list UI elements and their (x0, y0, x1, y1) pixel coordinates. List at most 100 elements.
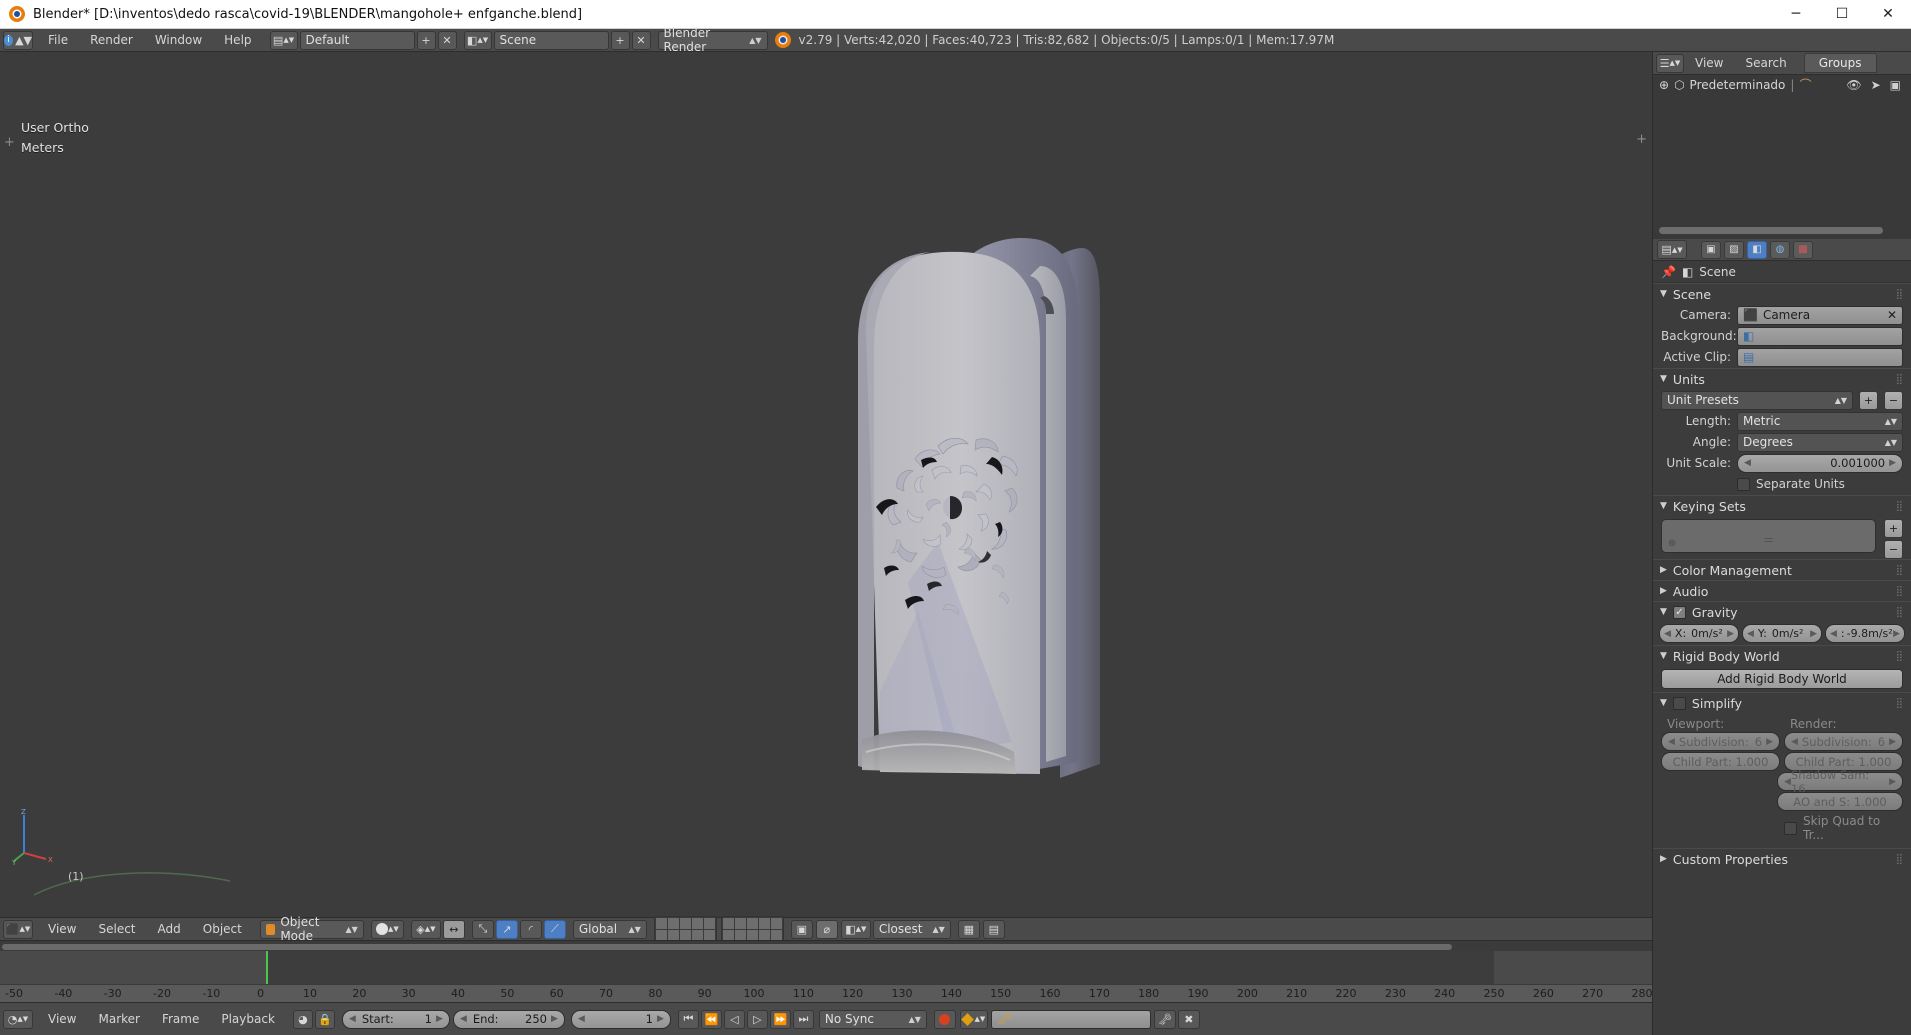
render-tab[interactable]: ▣ (1701, 240, 1721, 259)
snap-magnet-icon[interactable]: ⌀ (815, 919, 838, 939)
outliner-display-mode-tab[interactable]: Groups (1803, 53, 1877, 73)
lock-scene-icon[interactable]: ▣ (790, 919, 813, 939)
editor-type-selector-outliner[interactable]: ☰ ▲▼ (1656, 53, 1684, 73)
end-frame-field[interactable]: ◀ End: 250 ▶ (452, 1009, 565, 1029)
add-preset-button[interactable]: + (1859, 390, 1878, 410)
interaction-mode-selector[interactable]: Object Mode ▲▼ (259, 915, 364, 943)
panel-simplify[interactable]: ▼ Simplify ⣿ (1653, 692, 1911, 713)
panel-scene[interactable]: ▼ Scene ⣿ (1653, 283, 1911, 304)
pin-icon[interactable]: 📌 (1661, 265, 1676, 279)
menu-help[interactable]: Help (213, 28, 262, 53)
editor-type-selector-3dview[interactable]: ⬛ ▲▼ (3, 919, 33, 939)
gravity-checkbox[interactable]: ✓ (1672, 605, 1686, 619)
scene-selector[interactable]: Scene (493, 30, 609, 50)
render-layers-tab[interactable]: ▨ (1724, 240, 1744, 259)
add-scene-button[interactable]: + (610, 30, 630, 50)
panel-keying-sets[interactable]: ▼ Keying Sets ⣿ (1653, 495, 1911, 516)
background-field[interactable]: ◧ (1737, 326, 1903, 346)
panel-color-management[interactable]: ▶ Color Management ⣿ (1653, 559, 1911, 580)
camera-icon[interactable]: ▣ (1890, 78, 1901, 92)
play-reverse-icon[interactable]: ◁ (723, 1009, 745, 1029)
3dview-menu-select[interactable]: Select (87, 917, 146, 942)
remove-keying-set-button[interactable]: − (1884, 540, 1903, 559)
menu-file[interactable]: File (37, 28, 79, 53)
3dview-menu-view[interactable]: View (37, 917, 87, 942)
add-screen-layout-button[interactable]: + (416, 30, 436, 50)
record-icon[interactable] (933, 1009, 956, 1029)
3dview-menu-object[interactable]: Object (192, 917, 253, 942)
timeline-menu-view[interactable]: View (37, 1007, 87, 1032)
scale-manipulator-icon[interactable]: ◜ (519, 919, 542, 939)
render-subdivision-field[interactable]: ◀ Subdivision: 6 ▶ (1784, 732, 1903, 751)
eye-icon[interactable]: 👁 (1846, 78, 1861, 92)
snap-element-icon[interactable]: ◧ ▲▼ (840, 919, 871, 939)
jump-to-start-icon[interactable]: ⏮ (677, 1009, 699, 1029)
menu-window[interactable]: Window (144, 28, 213, 53)
viewport-shading-selector[interactable]: ▲▼ (370, 919, 404, 939)
length-field[interactable]: Metric ▲▼ (1737, 411, 1903, 431)
remove-preset-button[interactable]: − (1884, 390, 1903, 410)
add-keying-set-button[interactable]: + (1884, 519, 1903, 538)
panel-audio[interactable]: ▶ Audio ⣿ (1653, 580, 1911, 601)
active-clip-field[interactable]: ▤ (1737, 347, 1903, 367)
timeline-menu-frame[interactable]: Frame (151, 1007, 210, 1032)
separate-units-checkbox[interactable] (1737, 477, 1750, 491)
render-opengl-icon[interactable]: ▦ (957, 919, 980, 939)
outliner-menu-search[interactable]: Search (1734, 51, 1797, 76)
jump-to-end-icon[interactable]: ⏭ (792, 1009, 814, 1029)
gravity-y-field[interactable]: ◀ Y: 0m/s² ▶ (1742, 624, 1822, 643)
outliner-menu-view[interactable]: View (1684, 51, 1734, 76)
start-frame-field[interactable]: ◀ Start: 1 ▶ (341, 1009, 450, 1029)
render-opengl-anim-icon[interactable]: ▤ (982, 919, 1005, 939)
previous-keyframe-icon[interactable]: ⏪ (700, 1009, 722, 1029)
translate-manipulator-icon[interactable]: ⤡ (471, 919, 494, 939)
timeline-scrollbar[interactable] (2, 942, 1642, 951)
outliner-horizontal-scrollbar[interactable] (1659, 227, 1905, 234)
editor-type-selector-info[interactable]: i ▲▼ (3, 30, 33, 50)
lock-icon[interactable]: 🔒 (314, 1009, 335, 1029)
world-tab[interactable]: ◍ (1770, 240, 1790, 259)
screen-layout-icon[interactable]: ▤ ▲▼ (269, 30, 298, 50)
panel-gravity[interactable]: ▼ ✓ Gravity ⣿ (1653, 601, 1911, 622)
keying-sets-list[interactable]: ⊕ ＝ (1661, 519, 1876, 553)
unit-presets-field[interactable]: Unit Presets ▲▼ (1661, 390, 1853, 410)
screen-layout-selector[interactable]: Default (299, 30, 415, 50)
3dview-menu-add[interactable]: Add (147, 917, 192, 942)
timeline-menu-marker[interactable]: Marker (87, 1007, 150, 1032)
delete-screen-layout-button[interactable]: ✕ (437, 30, 457, 50)
scene-icon[interactable]: ◧ ▲▼ (463, 30, 492, 50)
scale-manipulator-alt-icon[interactable]: ⟋ (543, 919, 566, 939)
minimize-button[interactable]: ─ (1773, 0, 1819, 29)
editor-type-selector-properties[interactable]: ▤ ▲▼ (1657, 240, 1687, 259)
add-rigid-body-world-button[interactable]: Add Rigid Body World (1661, 669, 1903, 689)
render-ao-field[interactable]: AO and S: 1.000 (1777, 792, 1903, 811)
unit-scale-field[interactable]: ◀ 0.001000 ▶ (1737, 453, 1903, 473)
angle-field[interactable]: Degrees ▲▼ (1737, 432, 1903, 452)
sync-mode-selector[interactable]: No Sync ▲▼ (818, 1009, 927, 1029)
pivot-point-selector[interactable]: ◈ ▲▼ (410, 919, 441, 939)
rotate-manipulator-icon[interactable]: ↗ (495, 919, 518, 939)
menu-render[interactable]: Render (79, 28, 144, 53)
texture-tab[interactable]: ▩ (1793, 240, 1813, 259)
timeline-body[interactable]: -50 -40 -30 -20 -10 0 10 20 30 40 50 60 70 80 90 100 110… (0, 940, 1653, 1002)
camera-clear-button[interactable]: ✕ (1887, 308, 1897, 322)
timeline-ruler[interactable]: -50 -40 -30 -20 -10 0 10 20 30 40 50 60 70 80 90 100 110… (0, 984, 1653, 1002)
keying-set-field[interactable]: 🗝 (990, 1009, 1151, 1029)
simplify-checkbox[interactable] (1672, 696, 1686, 710)
skip-quad-to-triangles-checkbox[interactable] (1784, 821, 1797, 835)
delete-scene-button[interactable]: ✕ (631, 30, 651, 50)
snap-target-selector[interactable]: Closest ▲▼ (872, 919, 951, 939)
maximize-button[interactable]: ☐ (1819, 0, 1865, 29)
layers-grid-second[interactable] (720, 915, 784, 943)
gravity-z-field[interactable]: ◀ : -9.8m/s² ▶ (1825, 624, 1905, 643)
cursor-icon[interactable]: ➤ (1871, 78, 1881, 92)
editor-type-selector-timeline[interactable]: ◔ ▲▼ (3, 1009, 33, 1029)
render-engine-selector[interactable]: Blender Render ▲▼ (657, 26, 768, 54)
record-auto-key-icon[interactable]: ◕ (292, 1009, 313, 1029)
scene-tab[interactable]: ◧ (1747, 240, 1767, 259)
play-icon[interactable]: ▷ (746, 1009, 768, 1029)
viewport-subdivision-field[interactable]: ◀ Subdivision: 6 ▶ (1661, 732, 1780, 751)
delete-keyframe-icon[interactable]: ✖ (1177, 1009, 1200, 1029)
insert-keyframe-icon[interactable]: 🗝 (1153, 1009, 1176, 1029)
camera-field[interactable]: ⬛ Camera ✕ (1737, 305, 1903, 325)
